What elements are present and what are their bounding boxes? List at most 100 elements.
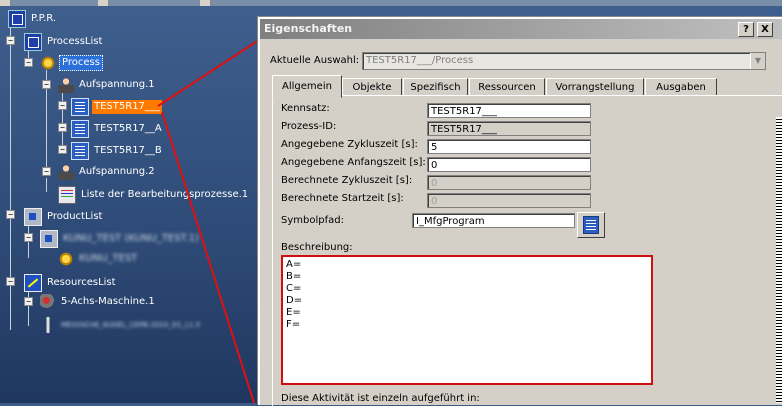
tree-node-program-b[interactable]: TEST5R17__B	[71, 142, 164, 160]
tree-node-ppr[interactable]: P.P.R.	[8, 10, 58, 28]
tree-node-label: KUNU_TEST (KUNU_TEST.1)	[63, 233, 199, 244]
machine-icon	[40, 294, 56, 310]
prozess-id-field: TEST5R17___	[427, 121, 591, 136]
window-top-strip	[0, 0, 782, 6]
tree-connector	[46, 178, 47, 192]
kennsatz-field[interactable]: TEST5R17___	[427, 103, 591, 118]
gear-icon	[40, 55, 56, 71]
tree-node-process[interactable]: Process	[40, 55, 103, 71]
description-line: C=	[286, 283, 302, 294]
collapse-icon[interactable]: −	[42, 167, 51, 176]
berechnete-startzeit-label: Berechnete Startzeit [s]:	[281, 193, 404, 204]
kennsatz-label: Kennsatz:	[281, 103, 330, 114]
tree-node-label: Aufspannung.2	[79, 166, 155, 177]
tree-node-resourceslist[interactable]: ResourcesList	[24, 274, 118, 292]
tab-allgemein[interactable]: Allgemein	[272, 75, 342, 98]
tree-node-program-selected[interactable]: TEST5R17___	[71, 98, 162, 116]
tree-node-product[interactable]: KUNU_TEST (KUNU_TEST.1)	[40, 230, 201, 248]
anfangszeit-label: Angegebene Anfangszeit [s]:	[281, 157, 426, 168]
tab-spezifisch[interactable]: Spezifisch	[403, 78, 468, 96]
tree-node-label: KUNU_TEST	[79, 253, 138, 264]
description-textarea[interactable]: A= B= C= D= E= F=	[281, 255, 653, 385]
description-line: D=	[286, 295, 303, 306]
zykluszeit-label: Angegebene Zykluszeit [s]:	[281, 139, 418, 150]
tree-connector	[28, 288, 29, 326]
description-line: E=	[286, 307, 301, 318]
tree-node-label: Aufspannung.1	[79, 79, 155, 90]
chevron-down-icon[interactable]: ▼	[750, 53, 765, 69]
tree-node-setup-1[interactable]: Aufspannung.1	[58, 77, 157, 93]
symbolpfad-field[interactable]: I_MfgProgram	[412, 213, 575, 228]
collapse-icon[interactable]: −	[24, 58, 33, 67]
description-line: A=	[286, 259, 302, 270]
listed-in-label: Diese Aktivität ist einzeln aufgeführt i…	[281, 393, 480, 404]
tree-node-machine[interactable]: 5-Achs-Maschine.1	[40, 294, 157, 310]
toolbar-button[interactable]	[0, 0, 11, 6]
program-icon	[71, 98, 89, 116]
product-list-icon	[24, 208, 42, 226]
collapse-icon[interactable]: −	[6, 277, 15, 286]
tree-node-label: Liste der Bearbeitungsprozesse.1	[81, 189, 249, 200]
collapse-icon[interactable]: −	[42, 80, 51, 89]
tab-ressourcen[interactable]: Ressourcen	[469, 78, 545, 96]
program-icon	[71, 120, 89, 138]
current-selection-value: TEST5R17___/Process	[366, 55, 474, 66]
current-selection-label: Aktuelle Auswahl:	[270, 55, 360, 66]
beschreibung-label: Beschreibung:	[281, 242, 353, 253]
program-icon	[71, 142, 89, 160]
window-edge-scrollbar[interactable]	[776, 117, 782, 403]
tree-node-setup-2[interactable]: Aufspannung.2	[58, 164, 157, 180]
collapse-icon[interactable]: −	[24, 297, 33, 306]
document-icon	[583, 216, 599, 234]
tree-node-processlist[interactable]: ProcessList	[24, 33, 104, 51]
properties-dialog: Eigenschaften ? X Aktuelle Auswahl: TEST…	[258, 17, 782, 406]
tree-node-program-a[interactable]: TEST5R17__A	[71, 120, 164, 138]
description-line: B=	[286, 271, 302, 282]
close-button[interactable]: X	[757, 22, 773, 37]
collapse-icon[interactable]: −	[6, 210, 15, 219]
tree-node-label: TEST5R17___	[92, 100, 162, 114]
tree-node-tool[interactable]: MESSSCHE_KUGEL_CEPB-2010_D1_L1.5	[40, 317, 202, 333]
tab-ausgaben[interactable]: Ausgaben	[645, 78, 717, 96]
tree-node-label: Process	[59, 55, 103, 71]
tree-node-label: 5-Achs-Maschine.1	[61, 296, 155, 307]
browse-symbol-button[interactable]	[577, 212, 605, 238]
toolbar-button[interactable]	[200, 0, 211, 6]
current-selection-combo[interactable]: TEST5R17___/Process ▼	[362, 52, 766, 70]
part-icon	[58, 251, 74, 267]
tree-node-productlist[interactable]: ProductList	[24, 208, 104, 226]
berechnete-startzeit-field: 0	[427, 193, 591, 208]
berechnete-zykluszeit-field: 0	[427, 175, 591, 190]
dialog-titlebar[interactable]: Eigenschaften ? X	[260, 19, 782, 39]
tree-node-machining-list[interactable]: Liste der Bearbeitungsprozesse.1	[58, 186, 250, 204]
tree-node-label: P.P.R.	[31, 13, 57, 24]
dialog-title: Eigenschaften	[264, 22, 353, 35]
toolbar-button[interactable]	[98, 0, 109, 6]
prozess-id-label: Prozess-ID:	[281, 121, 337, 132]
setup-icon	[58, 77, 74, 93]
tool-icon	[40, 317, 56, 333]
collapse-icon[interactable]: −	[58, 145, 67, 154]
anfangszeit-field[interactable]: 0	[427, 157, 591, 172]
collapse-icon[interactable]: −	[58, 123, 67, 132]
ppr-icon	[8, 10, 26, 28]
tree-node-label: TEST5R17__A	[94, 123, 162, 134]
product-icon	[40, 230, 58, 248]
tab-objekte[interactable]: Objekte	[342, 78, 402, 96]
collapse-icon[interactable]: −	[58, 101, 67, 110]
tree-node-label: ProcessList	[47, 36, 103, 47]
help-button[interactable]: ?	[738, 22, 754, 37]
list-icon	[58, 186, 76, 204]
collapse-icon[interactable]: −	[24, 233, 33, 242]
resources-icon	[24, 274, 42, 292]
tree-node-label: MESSSCHE_KUGEL_CEPB-2010_D1_L1.5	[61, 321, 201, 329]
collapse-icon[interactable]: −	[6, 36, 15, 45]
zykluszeit-field[interactable]: 5	[427, 139, 591, 154]
description-line: F=	[286, 319, 301, 330]
tree-node-label: ResourcesList	[47, 277, 116, 288]
tab-vorrangstellung[interactable]: Vorrangstellung	[546, 78, 644, 96]
tree-node-product-sub[interactable]: KUNU_TEST	[58, 251, 139, 267]
tree-node-label: TEST5R17__B	[94, 145, 162, 156]
setup-icon	[58, 164, 74, 180]
symbolpfad-label: Symbolpfad:	[281, 215, 344, 226]
